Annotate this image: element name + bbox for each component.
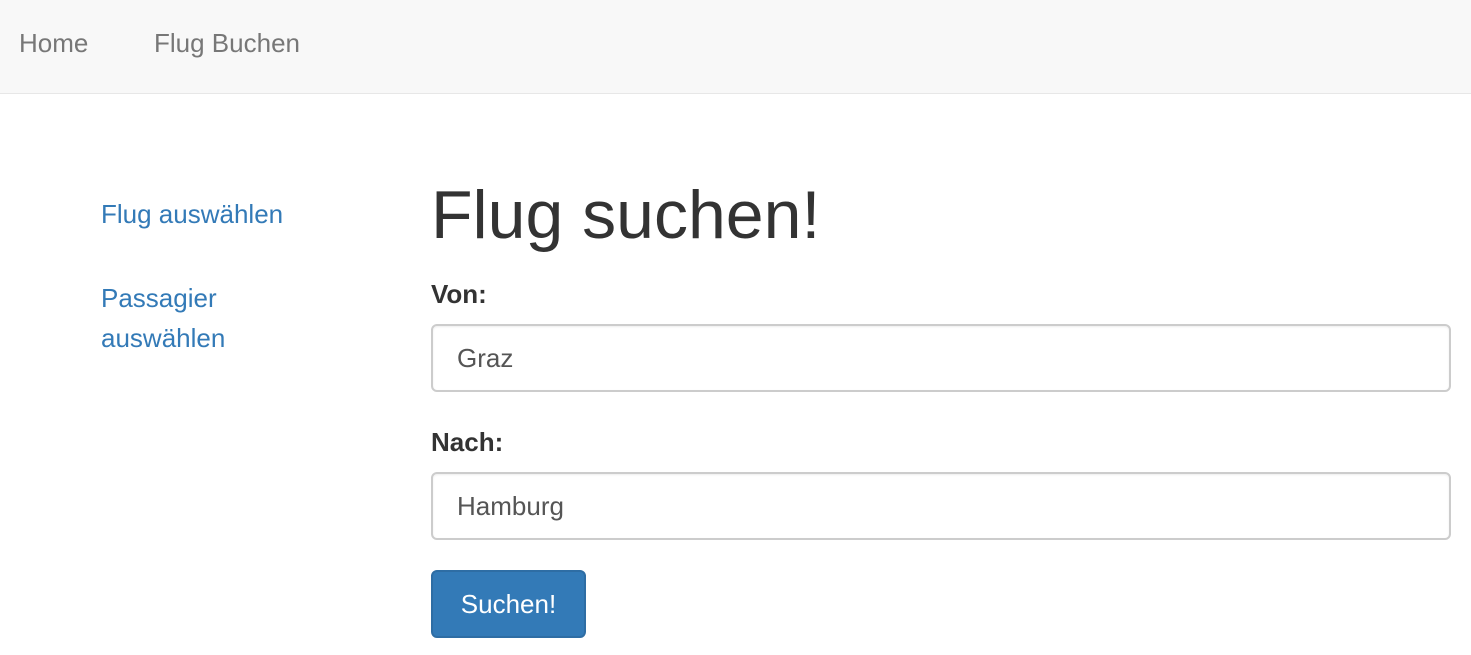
from-input[interactable] [431,324,1451,392]
sidebar-item-flug-auswaehlen[interactable]: Flug auswählen [101,194,341,234]
to-input[interactable] [431,472,1451,540]
page-title: Flug suchen! [431,177,821,253]
sidebar-nav: Flug auswählen Passagier auswählen [101,194,341,358]
top-navbar: Home Flug Buchen [0,0,1471,94]
search-button[interactable]: Suchen! [431,570,586,638]
nav-flug-buchen-link[interactable]: Flug Buchen [154,26,300,60]
search-form-area: Flug suchen! Von: Nach: Suchen! [431,170,1451,638]
to-label: Nach: [431,427,504,457]
from-label: Von: [431,279,487,309]
nav-home-link[interactable]: Home [19,26,88,60]
sidebar-item-passagier-auswaehlen[interactable]: Passagier auswählen [101,278,301,358]
